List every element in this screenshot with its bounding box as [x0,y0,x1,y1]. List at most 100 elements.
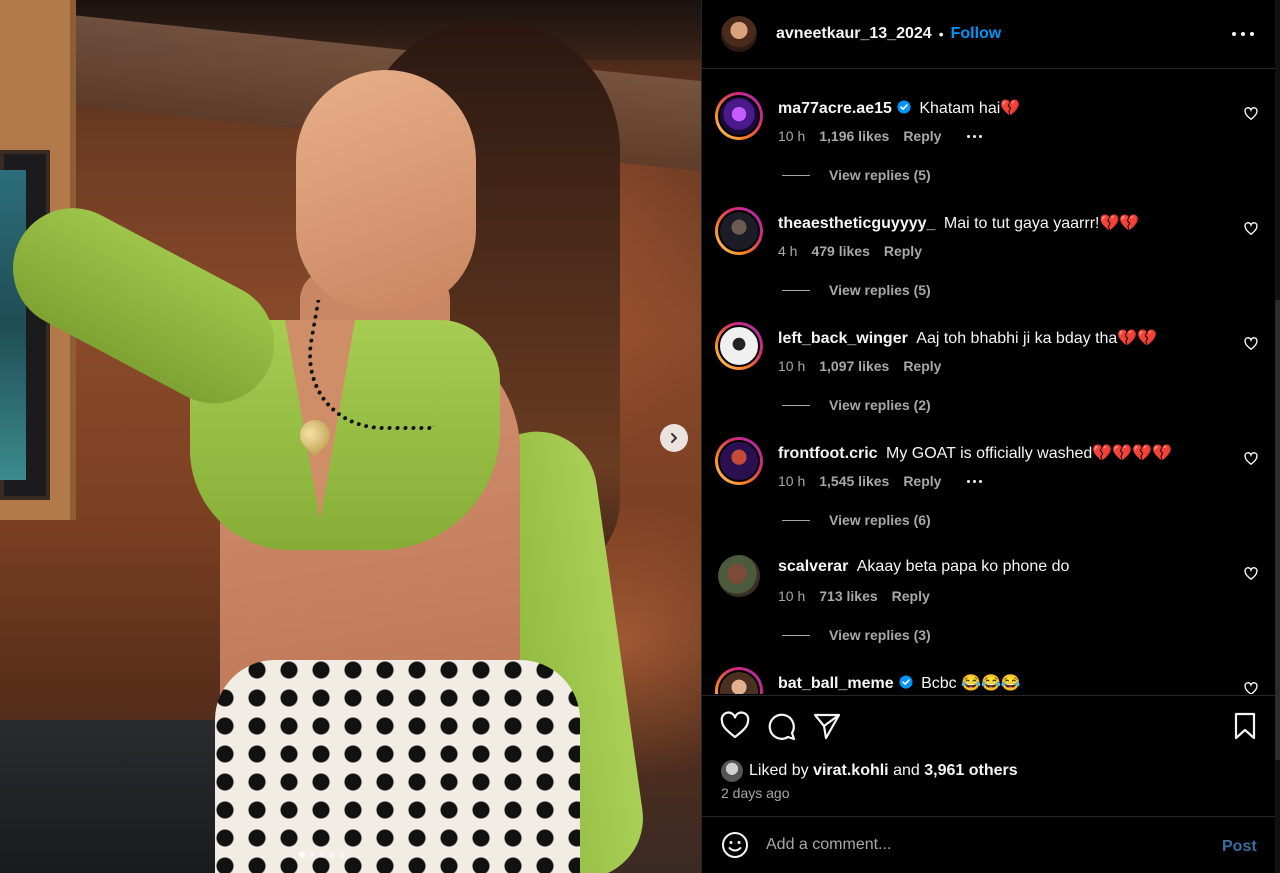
more-icon [1241,32,1245,36]
comment-item: bat_ball_meme Bcbc 😂😂😂 [702,645,1276,694]
commenter-avatar[interactable] [715,552,763,600]
view-replies-label: View replies (5) [829,282,931,298]
comment-line: ma77acre.ae15 Khatam hai💔 [778,98,1020,118]
comment-item: scalverar Akaay beta papa ko phone do 10… [702,530,1276,645]
comment-likes[interactable]: 1,545 likes [819,473,889,489]
share-icon[interactable] [812,711,842,741]
reply-button[interactable]: Reply [892,588,930,604]
scrollbar-thumb[interactable] [1275,300,1280,760]
comment-likes[interactable]: 1,196 likes [819,128,889,144]
view-replies-button[interactable]: View replies (5) [782,167,931,183]
comment-meta: 10 h 713 likes Reply [778,588,930,604]
post-button[interactable]: Post [1222,838,1257,856]
view-replies-button[interactable]: View replies (6) [782,512,931,528]
commenter-avatar[interactable] [715,207,763,255]
commenter-username[interactable]: ma77acre.ae15 [778,100,892,117]
liked-by-user[interactable]: virat.kohli [813,762,889,780]
comments-list[interactable]: ma77acre.ae15 Khatam hai💔 10 h 1,196 lik… [702,70,1276,694]
commenter-avatar[interactable] [715,322,763,370]
view-replies-button[interactable]: View replies (3) [782,627,931,643]
emoji-icon[interactable] [721,831,749,859]
more-icon [1232,32,1236,36]
post-actions: Liked by virat.kohli and 3,961 others 2 … [702,695,1276,816]
commenter-username[interactable]: scalverar [778,558,848,575]
comment-line: theaestheticguyyyy_ Mai to tut gaya yaar… [778,213,1139,233]
comment-time: 10 h [778,128,806,144]
follow-button[interactable]: Follow [951,25,1002,43]
post-image[interactable] [0,0,701,873]
commenter-avatar[interactable] [715,437,763,485]
author-username[interactable]: avneetkaur_13_2024 [776,25,932,43]
comment-text: Khatam hai💔 [919,100,1021,117]
heart-icon[interactable] [1244,107,1258,121]
comment-options-button[interactable] [967,479,983,483]
liked-by-prefix: Liked by [749,762,809,779]
carousel-next-button[interactable] [660,424,688,452]
comment-likes[interactable]: 479 likes [811,243,869,259]
view-replies-label: View replies (2) [829,397,931,413]
figure-skirt [215,660,580,873]
verified-icon [897,100,911,114]
comment-time: 4 h [778,243,798,259]
figure-face [296,70,476,310]
more-options-button[interactable] [1232,24,1254,44]
comment-likes[interactable]: 713 likes [819,588,877,604]
comment-line: scalverar Akaay beta papa ko phone do [778,558,1069,576]
view-replies-button[interactable]: View replies (2) [782,397,931,413]
more-icon [1250,32,1254,36]
view-replies-label: View replies (5) [829,167,931,183]
liked-by-others[interactable]: 3,961 others [924,762,1017,780]
bookmark-icon[interactable] [1230,711,1260,741]
add-comment-bar: Post [702,816,1276,873]
comment-item: left_back_winger Aaj toh bhabhi ji ka bd… [702,300,1276,415]
comment-meta: 4 h 479 likes Reply [778,243,922,259]
heart-icon[interactable] [1244,567,1258,581]
carousel-dot [299,852,305,858]
heart-icon[interactable] [720,711,750,741]
comment-line: bat_ball_meme Bcbc 😂😂😂 [778,673,1021,693]
author-avatar[interactable] [721,16,757,52]
comment-item: theaestheticguyyyy_ Mai to tut gaya yaar… [702,185,1276,300]
carousel-dot [309,852,315,858]
commenter-username[interactable]: theaestheticguyyyy_ [778,215,935,232]
comment-text: Mai to tut gaya yaarrr!💔💔 [943,215,1140,232]
background-bench [0,720,240,873]
comment-input[interactable] [766,833,1196,857]
comment-time: 10 h [778,358,806,374]
comment-text: Akaay beta papa ko phone do [856,558,1070,575]
comment-options-button[interactable] [967,134,983,138]
background-art [0,170,26,480]
reply-button[interactable]: Reply [903,128,941,144]
carousel-dot [339,852,345,858]
comment-time: 10 h [778,473,806,489]
comment-icon[interactable] [766,711,796,741]
header-separator: • [938,26,944,42]
view-replies-button[interactable]: View replies (5) [782,282,931,298]
commenter-username[interactable]: left_back_winger [778,330,908,347]
liked-by[interactable]: Liked by virat.kohli and 3,961 others [721,760,1018,782]
comment-text: Aaj toh bhabhi ji ka bday tha💔💔 [916,330,1158,347]
view-replies-label: View replies (6) [829,512,931,528]
reply-button[interactable]: Reply [903,358,941,374]
comment-meta: 10 h 1,097 likes Reply [778,358,941,374]
page-scrollbar[interactable] [1275,0,1280,873]
comment-likes[interactable]: 1,097 likes [819,358,889,374]
heart-icon[interactable] [1244,452,1258,466]
reply-button[interactable]: Reply [884,243,922,259]
comment-text: Bcbc 😂😂😂 [921,675,1021,692]
commenter-avatar[interactable] [715,92,763,140]
heart-icon[interactable] [1244,337,1258,351]
commenter-username[interactable]: frontfoot.cric [778,445,878,462]
post-time[interactable]: 2 days ago [721,785,790,801]
reply-button[interactable]: Reply [903,473,941,489]
heart-icon[interactable] [1244,222,1258,236]
verified-icon [899,675,913,689]
comment-time: 10 h [778,588,806,604]
heart-icon[interactable] [1244,682,1258,694]
carousel-dot [319,852,325,858]
comment-line: left_back_winger Aaj toh bhabhi ji ka bd… [778,328,1157,348]
liker-avatar [721,760,743,782]
commenter-avatar[interactable] [715,667,763,694]
comment-meta: 10 h 1,196 likes Reply [778,128,983,144]
commenter-username[interactable]: bat_ball_meme [778,675,894,692]
